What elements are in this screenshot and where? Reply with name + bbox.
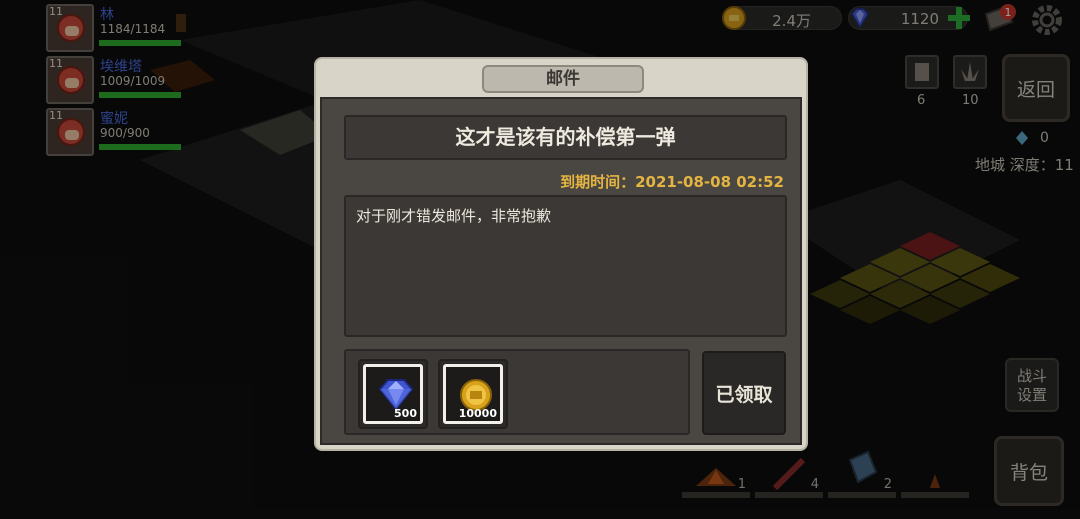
reward-list: 500 10000 bbox=[344, 349, 690, 435]
mail-dialog: 邮件 这才是该有的补偿第一弹 到期时间：2021-08-08 02:52 对于刚… bbox=[314, 57, 808, 451]
mail-content-panel: 这才是该有的补偿第一弹 到期时间：2021-08-08 02:52 对于刚才错发… bbox=[320, 97, 802, 445]
dialog-title: 邮件 bbox=[482, 65, 644, 93]
claimed-button[interactable]: 已领取 bbox=[702, 351, 786, 435]
reward-item-gold[interactable]: 10000 bbox=[438, 359, 508, 429]
mail-body-text: 对于刚才错发邮件，非常抱歉 bbox=[356, 207, 552, 225]
reward-quantity: 10000 bbox=[458, 407, 497, 420]
mail-subject: 这才是该有的补偿第一弹 bbox=[344, 115, 787, 160]
mail-body: 对于刚才错发邮件，非常抱歉 bbox=[344, 195, 787, 337]
mail-expiry: 到期时间：2021-08-08 02:52 bbox=[560, 173, 784, 191]
reward-item-diamond[interactable]: 500 bbox=[358, 359, 428, 429]
reward-quantity: 500 bbox=[394, 407, 417, 420]
